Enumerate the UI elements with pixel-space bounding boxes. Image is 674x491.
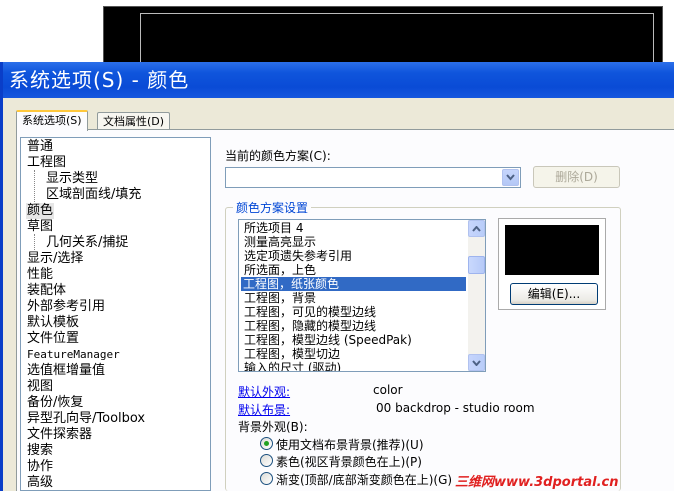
tab-system-options[interactable]: 系统选项(S) bbox=[16, 110, 88, 131]
tree-item[interactable]: 草图 bbox=[26, 219, 54, 235]
dialog-title[interactable]: 系统选项(S) - 颜色 bbox=[3, 62, 674, 98]
tree-item[interactable]: 文件位置 bbox=[26, 331, 80, 347]
tree-item[interactable]: 异型孔向导/Toolbox bbox=[26, 411, 146, 427]
tree-item[interactable]: 外部参考引用 bbox=[26, 299, 106, 315]
delete-button[interactable]: 删除(D) bbox=[533, 166, 620, 188]
color-scheme-select[interactable] bbox=[225, 167, 521, 188]
color-settings-list[interactable]: 输入的尺寸 (驱动) 工程图，模型切边 工程图，模型边线 (SpeedPak) 工程图… bbox=[238, 219, 486, 372]
color-settings-title: 颜色方案设置 bbox=[233, 199, 312, 216]
radio-label-gradient: 渐变(顶部/底部渐变颜色在上)(G) bbox=[276, 473, 453, 487]
color-swatch bbox=[505, 225, 599, 275]
list-item[interactable]: 工程图，可见的模型边线 bbox=[242, 305, 378, 319]
list-item[interactable]: 工程图，背景 bbox=[242, 291, 318, 305]
tree-item[interactable]: 颜色 bbox=[26, 203, 55, 219]
background-appearance-label: 背景外观(B): bbox=[238, 420, 308, 434]
tree-item[interactable]: 显示类型 bbox=[45, 171, 99, 187]
options-tree[interactable]: 普通 工程图 显示类型 区域剖面线/填充 颜色 草图 几何关系/捕捉 显示/选择 性能 装配体 外部… bbox=[20, 137, 211, 491]
radio-label-use-document-scene: 使用文档布景背景(推荐)(U) bbox=[276, 438, 424, 452]
tree-item[interactable]: 搜索 bbox=[26, 443, 54, 459]
default-layout-value: 00 backdrop - studio room bbox=[376, 401, 535, 415]
tree-item[interactable]: 装配体 bbox=[26, 283, 67, 299]
chevron-down-icon[interactable] bbox=[502, 169, 519, 186]
list-item[interactable]: 选定项遗失参考引用 bbox=[242, 249, 354, 263]
tree-item[interactable]: 协作 bbox=[26, 459, 54, 475]
list-item[interactable]: 所选面，上色 bbox=[242, 263, 318, 277]
watermark-text: 三维网www.3dportal.cn bbox=[455, 475, 619, 490]
list-item[interactable]: 输入的尺寸 (驱动) bbox=[242, 361, 343, 371]
tree-item[interactable]: 性能 bbox=[26, 267, 54, 283]
default-appearance-value: color bbox=[373, 383, 403, 397]
tree-item[interactable]: 普通 bbox=[26, 139, 54, 155]
tree-item[interactable]: 几何关系/捕捉 bbox=[45, 235, 129, 251]
default-appearance-link[interactable]: 默认外观: bbox=[238, 383, 290, 400]
list-scrollbar[interactable] bbox=[468, 220, 485, 371]
tree-item[interactable]: 工程图 bbox=[26, 155, 67, 171]
scroll-thumb[interactable] bbox=[468, 256, 485, 274]
tree-item[interactable]: 视图 bbox=[26, 379, 54, 395]
tree-connector bbox=[34, 234, 35, 250]
scroll-up-icon[interactable] bbox=[468, 220, 485, 237]
tree-item[interactable]: 区域剖面线/填充 bbox=[45, 187, 142, 203]
tree-item[interactable]: 选值框增量值 bbox=[26, 363, 106, 379]
tree-item[interactable]: 文件探索器 bbox=[26, 427, 93, 443]
default-layout-link[interactable]: 默认布景: bbox=[238, 401, 290, 418]
list-item[interactable]: 所选项目 4 bbox=[242, 221, 305, 235]
scroll-down-icon[interactable] bbox=[468, 354, 485, 371]
radio-use-document-scene[interactable] bbox=[260, 437, 273, 450]
radio-gradient[interactable] bbox=[260, 472, 273, 485]
list-item[interactable]: 工程图，模型边线 (SpeedPak) bbox=[242, 333, 414, 347]
list-item[interactable]: 测量高亮显示 bbox=[242, 235, 318, 249]
tree-item[interactable]: 显示/选择 bbox=[26, 251, 84, 267]
list-item[interactable]: 工程图，隐藏的模型边线 bbox=[242, 319, 378, 333]
list-item[interactable]: 工程图，模型切边 bbox=[242, 347, 342, 361]
tree-item[interactable]: FeatureManager bbox=[26, 347, 121, 363]
tree-item[interactable]: 默认模板 bbox=[26, 315, 80, 331]
edit-color-button[interactable]: 编辑(E)... bbox=[510, 283, 598, 305]
tree-item[interactable]: 备份/恢复 bbox=[26, 395, 84, 411]
tab-document-properties[interactable]: 文档属性(D) bbox=[97, 112, 171, 130]
radio-plain-color[interactable] bbox=[260, 454, 273, 467]
tree-item[interactable]: 高级 bbox=[26, 475, 54, 490]
tree-connector bbox=[34, 170, 35, 202]
radio-label-plain-color: 素色(视区背景颜色在上)(P) bbox=[276, 455, 422, 469]
color-scheme-label: 当前的颜色方案(C): bbox=[225, 149, 331, 163]
list-item[interactable]: 工程图，纸张颜色 bbox=[240, 276, 467, 292]
